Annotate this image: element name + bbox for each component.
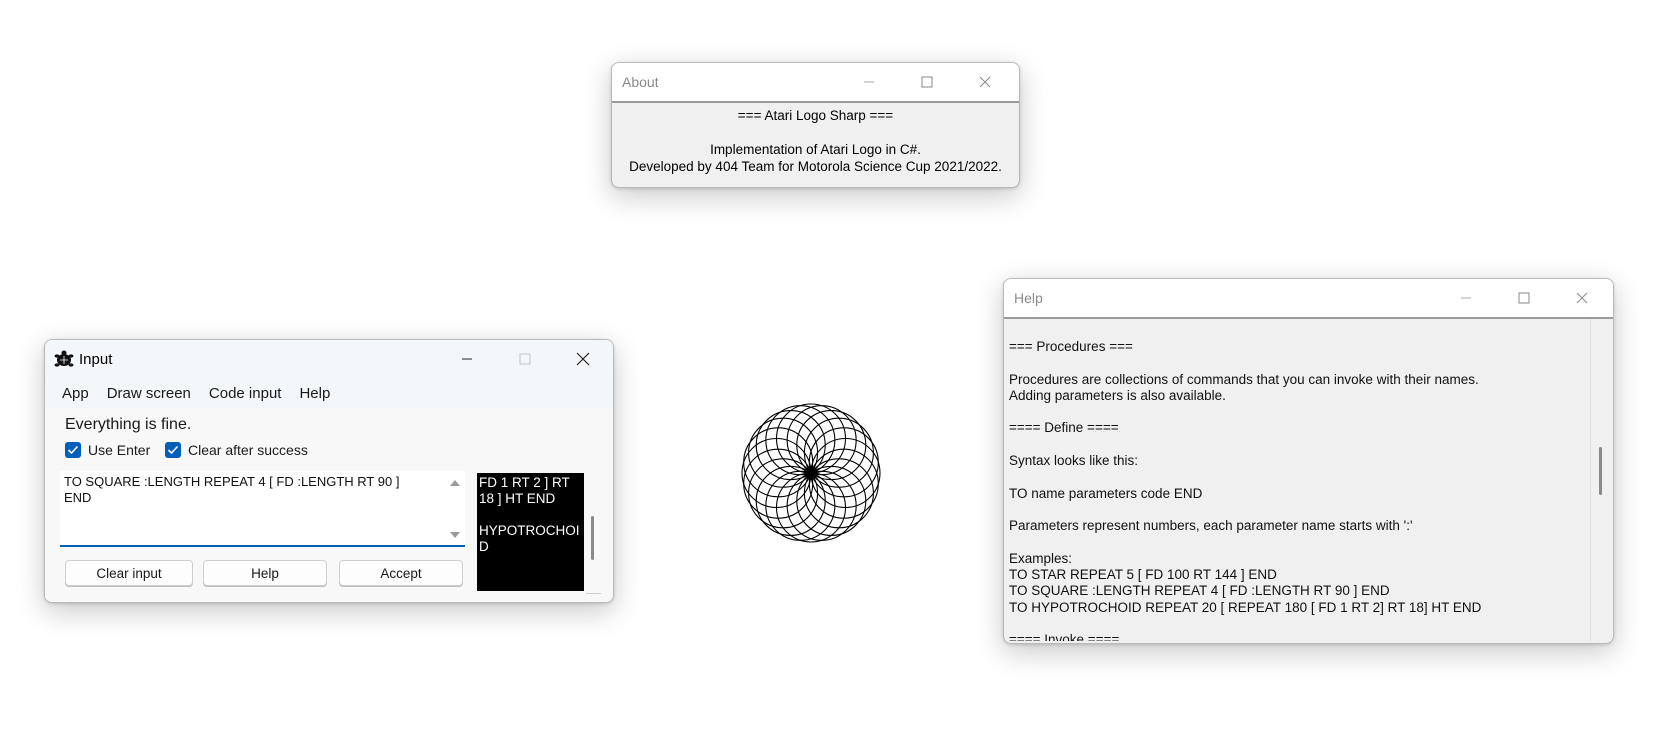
history-scrollbar[interactable] [586,471,601,594]
input-form: Everything is fine. Use Enter Clear afte… [45,408,613,602]
code-input-text[interactable]: TO SQUARE :LENGTH REPEAT 4 [ FD :LENGTH … [64,474,443,506]
help-content: === Procedures === Procedures are collec… [1006,319,1611,641]
input-titlebar[interactable]: Input [45,340,613,378]
scroll-down-icon[interactable] [450,531,460,539]
maximize-button[interactable] [898,63,956,101]
scroll-thumb[interactable] [1599,447,1602,495]
close-icon [979,76,991,88]
clear-after-success-checkbox[interactable]: Clear after success [165,442,308,458]
status-text: Everything is fine. [65,416,192,433]
about-line [614,124,1017,141]
menu-app[interactable]: App [53,385,98,402]
menu-help[interactable]: Help [290,385,339,402]
about-line: === Atari Logo Sharp === [737,108,894,123]
help-button[interactable]: Help [203,560,327,586]
help-text: === Procedures === Procedures are collec… [1009,339,1482,641]
minimize-icon [462,358,472,360]
close-button[interactable] [554,340,612,378]
input-window: Input App Draw screen Code input Help Ev… [44,339,614,603]
maximize-icon [921,76,933,88]
about-line: Developed by 404 Team for Motorola Scien… [629,159,1002,174]
maximize-button [496,340,554,378]
maximize-icon [519,353,531,365]
close-button[interactable] [1553,279,1611,317]
checkbox-label: Use Enter [88,442,151,458]
turtle-icon [54,350,74,367]
maximize-icon [1518,292,1530,304]
code-scrollbar[interactable] [445,471,465,545]
history-output: FD 1 RT 2 ] RT 18 ] HT END HYPOTROCHOI D [477,473,584,591]
maximize-button[interactable] [1495,279,1553,317]
about-window: About === Atari Logo Sharp === Implement… [611,62,1020,188]
close-icon [576,352,590,366]
help-window: Help === Procedures === Procedures are c… [1003,278,1614,644]
minimize-icon [1461,297,1471,299]
clear-input-button[interactable]: Clear input [65,560,193,586]
menu-draw-screen[interactable]: Draw screen [98,385,200,402]
minimize-icon [864,81,874,83]
checkbox-checked-icon [65,442,81,458]
checkbox-checked-icon [165,442,181,458]
menubar: App Draw screen Code input Help [45,378,613,408]
use-enter-checkbox[interactable]: Use Enter [65,442,150,458]
scroll-up-icon[interactable] [450,479,460,487]
help-scrollbar[interactable] [1590,319,1611,641]
help-title: Help [1014,290,1043,306]
about-line: Implementation of Atari Logo in C#. [710,142,921,157]
help-titlebar[interactable]: Help [1004,279,1613,317]
about-titlebar[interactable]: About [612,63,1019,101]
hypotrochoid-drawing [741,403,881,543]
close-icon [1576,292,1588,304]
about-title: About [622,74,659,90]
close-button[interactable] [956,63,1014,101]
menu-code-input[interactable]: Code input [200,385,291,402]
minimize-button[interactable] [1437,279,1495,317]
about-content: === Atari Logo Sharp === Implementation … [614,103,1017,185]
minimize-button[interactable] [438,340,496,378]
accept-button[interactable]: Accept [339,560,463,586]
scroll-thumb[interactable] [591,516,594,560]
checkbox-label: Clear after success [188,442,308,458]
code-input-field[interactable]: TO SQUARE :LENGTH REPEAT 4 [ FD :LENGTH … [60,471,465,547]
minimize-button[interactable] [840,63,898,101]
